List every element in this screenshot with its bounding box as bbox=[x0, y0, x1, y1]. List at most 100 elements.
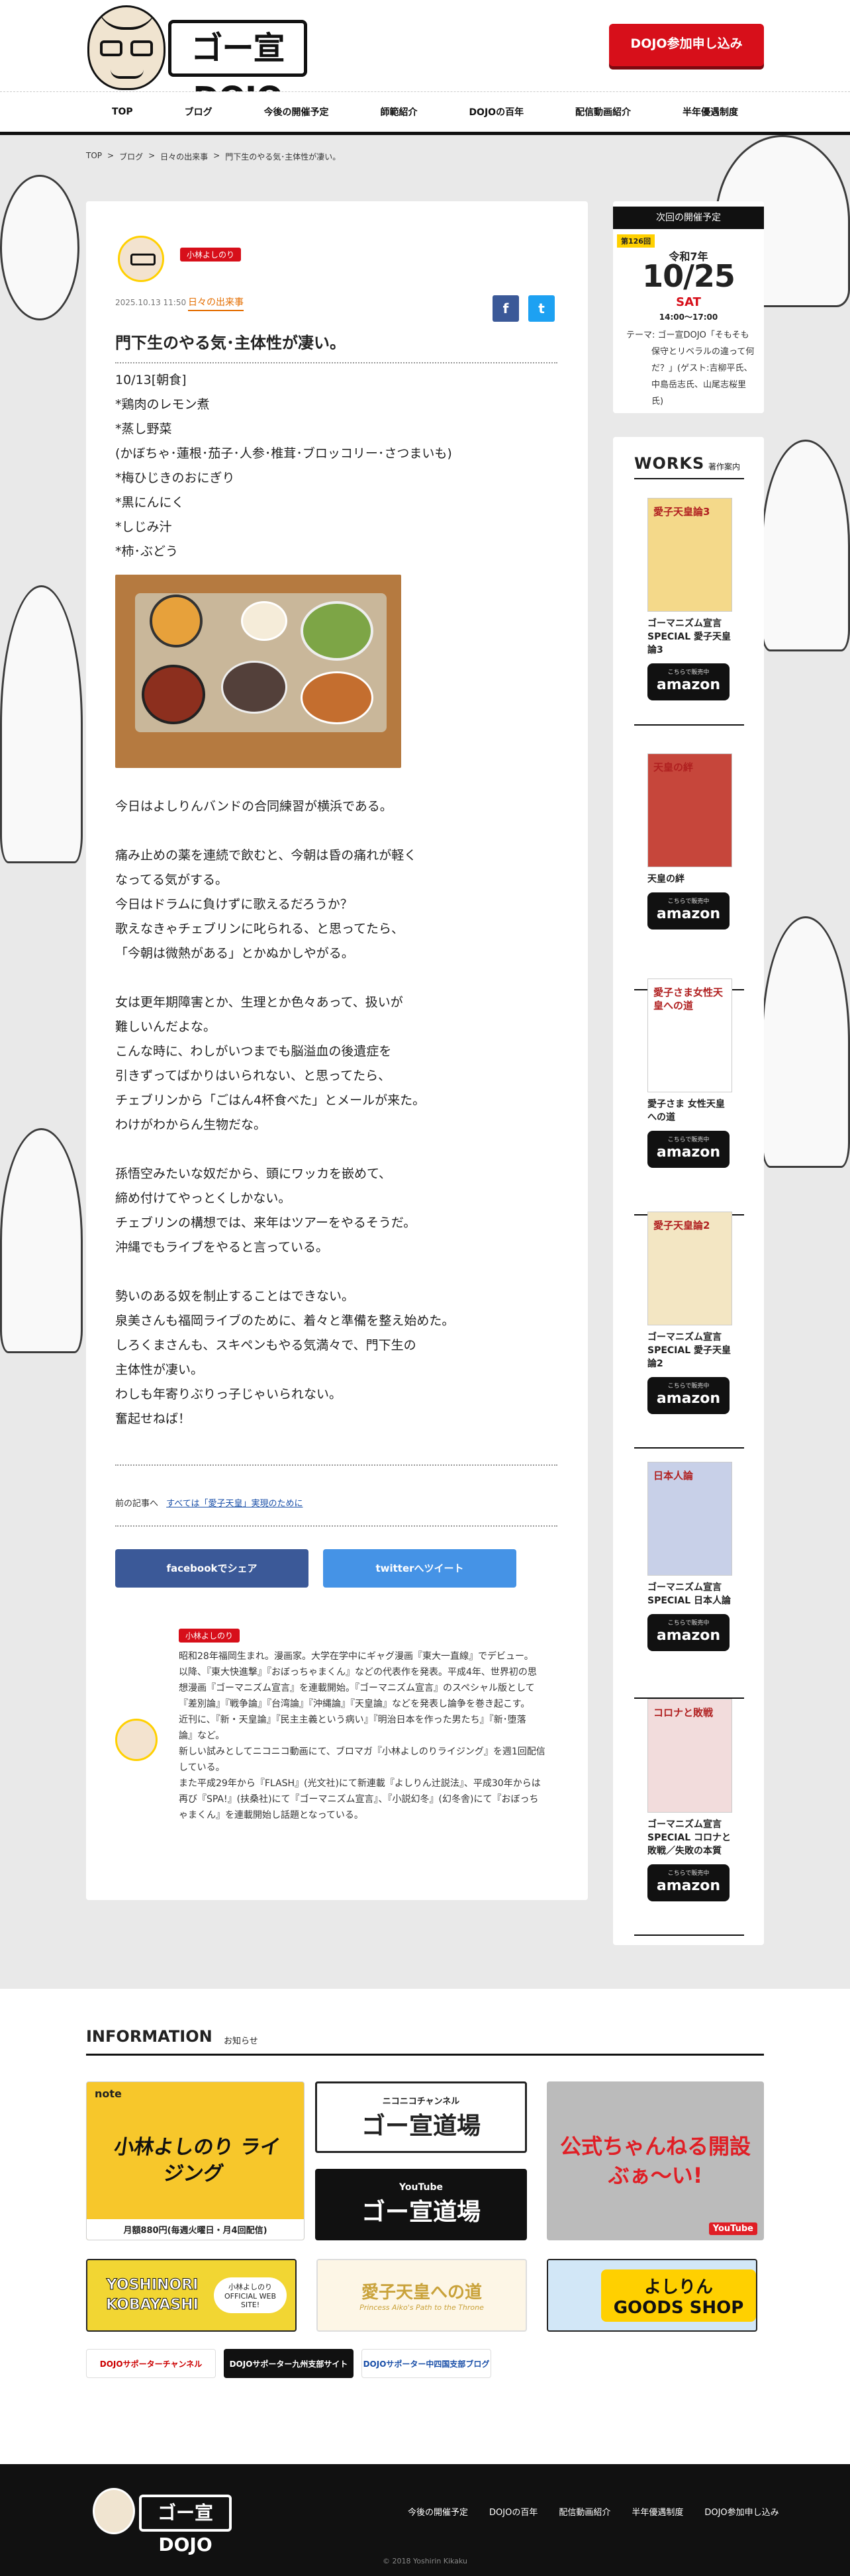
work-title[interactable]: 愛子さま 女性天皇 への道 bbox=[647, 1098, 733, 1124]
event-weekday: SAT bbox=[676, 295, 701, 309]
banner-rising[interactable]: note 小林よしのり ライジング 月額880円(毎週火曜日・月4回配信) bbox=[86, 2081, 305, 2240]
amazon-button[interactable]: こちらで販売中 amazon bbox=[647, 1864, 730, 1901]
book-cover[interactable]: 愛子天皇論2 bbox=[647, 1212, 732, 1325]
mini-banner-supporter-channel[interactable]: DOJOサポーターチャンネル bbox=[86, 2349, 216, 2378]
post-category[interactable]: 日々の出来事 bbox=[188, 295, 244, 311]
work-item[interactable]: 愛子天皇論3 ゴーマニズム宣言 SPECIAL 愛子天皇 論3 こちらで販売中 ama… bbox=[647, 498, 733, 700]
banner-official-label: 公式ちゃんねる開設ぶぁ～い! bbox=[559, 2134, 751, 2188]
twitter-share-button[interactable]: twitterへツイート bbox=[323, 1549, 516, 1588]
prev-post-link[interactable]: すべては「愛子天皇」実現のために bbox=[166, 1499, 303, 1509]
post-title: 門下生のやる気･主体性が凄い。 bbox=[115, 330, 557, 363]
author-bio-tag[interactable]: 小林よしのり bbox=[179, 1629, 240, 1643]
banner-niconico-label: ゴー宣道場 bbox=[361, 2112, 481, 2140]
book-cover[interactable]: 天皇の絆 bbox=[647, 753, 732, 867]
work-title[interactable]: ゴーマニズム宣言 SPECIAL 日本人論 bbox=[647, 1581, 733, 1607]
breadcrumb-sep: > bbox=[148, 151, 156, 160]
footer-nav-join[interactable]: DOJO参加申し込み bbox=[704, 2505, 779, 2518]
divider bbox=[115, 1525, 557, 1527]
footer-nav-videos[interactable]: 配信動画紹介 bbox=[559, 2505, 610, 2518]
works-widget: WORKS 著作案内 愛子天皇論3 ゴーマニズム宣言 SPECIAL 愛子天皇 論… bbox=[613, 437, 764, 1945]
nav-videos[interactable]: 配信動画紹介 bbox=[575, 105, 631, 119]
amazon-button[interactable]: こちらで販売中 amazon bbox=[647, 663, 730, 700]
footer-nav-history[interactable]: DOJOの百年 bbox=[489, 2505, 538, 2518]
main-nav: TOP ブログ 今後の開催予定 師範紹介 DOJOの百年 配信動画紹介 半年優遇… bbox=[0, 91, 850, 135]
nav-half-year[interactable]: 半年優遇制度 bbox=[683, 105, 738, 119]
nav-top[interactable]: TOP bbox=[112, 107, 133, 117]
facebook-share-icon[interactable]: f bbox=[493, 295, 519, 322]
prev-post: 前の記事へ すべては「愛子天皇」実現のために bbox=[115, 1496, 303, 1509]
event-date[interactable]: 10/25 bbox=[613, 258, 764, 294]
banner-goods-shop[interactable]: よしりん GOODS SHOP bbox=[547, 2259, 757, 2332]
footer-logo[interactable]: ゴー宣DOJO bbox=[93, 2485, 232, 2555]
amazon-button-label: amazon bbox=[656, 906, 721, 922]
amazon-button[interactable]: こちらで販売中 amazon bbox=[647, 1377, 730, 1414]
amazon-button[interactable]: こちらで販売中 amazon bbox=[647, 1614, 730, 1651]
work-item[interactable]: 愛子さま女性天皇への道 愛子さま 女性天皇 への道こちらで販売中 amazon bbox=[647, 978, 733, 1168]
author-tag[interactable]: 小林よしのり bbox=[180, 248, 242, 262]
page: ゴー宣DOJO DOJO参加申し込み TOP ブログ 今後の開催予定 師範紹介 … bbox=[0, 0, 850, 2576]
book-cover-label: 愛子天皇論3 bbox=[653, 506, 710, 518]
event-number-badge: 第126回 bbox=[617, 234, 655, 248]
book-cover[interactable]: 愛子天皇論3 bbox=[647, 498, 732, 612]
join-dojo-button[interactable]: DOJO参加申し込み bbox=[609, 24, 764, 66]
amazon-button-caption: こちらで販売中 bbox=[667, 1383, 710, 1390]
breadcrumb-sep: > bbox=[213, 151, 220, 160]
book-cover-label: 愛子さま女性天皇への道 bbox=[653, 986, 724, 1012]
post-intro: 10/13[朝食] *鶏肉のレモン煮 *蒸し野菜 (かぼちゃ･蓮根･茄子･人参･… bbox=[115, 373, 452, 559]
banner-aiko-note: Princess Aiko's Path to the Throne bbox=[359, 2303, 484, 2312]
mini-banner-chushikoku[interactable]: DOJOサポーター中四国支部ブログ bbox=[361, 2349, 491, 2378]
article-card: 小林よしのり 2025.10.13 11:50 日々の出来事 f t 門下生のや… bbox=[86, 201, 588, 1900]
mini-banner-kyushu[interactable]: DOJOサポーター九州支部サイト bbox=[224, 2349, 354, 2378]
nav-dojo-history[interactable]: DOJOの百年 bbox=[469, 105, 524, 119]
post-paragraph: 孫悟空みたいな奴だから、頭にワッカを嵌めて、 締め付けてやっとくしかない。 チェ… bbox=[115, 1167, 416, 1255]
site-header: ゴー宣DOJO DOJO参加申し込み bbox=[0, 0, 850, 117]
post-paragraph: 女は更年期障害とか、生理とか色々あって、扱いが 難しいんだよな。 こんな時に、わ… bbox=[115, 995, 426, 1132]
banner-aiko-path[interactable]: 愛子天皇への道 Princess Aiko's Path to the Thro… bbox=[316, 2259, 527, 2332]
work-item[interactable]: コロナと敗戦 ゴーマニズム宣言 SPECIAL コロナと 敗戦／失敗の本質 こちらで… bbox=[647, 1699, 733, 1901]
footer-nav-schedule[interactable]: 今後の開催予定 bbox=[408, 2505, 468, 2518]
work-title[interactable]: ゴーマニズム宣言 SPECIAL 愛子天皇 論2 bbox=[647, 1331, 733, 1370]
amazon-button[interactable]: こちらで販売中 amazon bbox=[647, 1131, 730, 1168]
banner-official-site[interactable]: YOSHINORI KOBAYASHI 小林よしのり OFFICIAL WEB … bbox=[86, 2259, 297, 2332]
breadcrumb-category[interactable]: 日々の出来事 bbox=[160, 151, 208, 162]
work-item[interactable]: 天皇の絆 天皇の絆 こちらで販売中 amazon bbox=[647, 753, 733, 930]
work-item[interactable]: 日本人論ゴーマニズム宣言 SPECIAL 日本人論こちらで販売中 amazon bbox=[647, 1462, 733, 1651]
footer-nav-half-year[interactable]: 半年優遇制度 bbox=[632, 2505, 683, 2518]
banner-rising-sub: 月額880円(毎週火曜日・月4回配信) bbox=[87, 2219, 304, 2240]
banner-aiko-label: 愛子天皇への道 bbox=[361, 2283, 482, 2303]
post-date: 2025.10.13 11:50 bbox=[115, 298, 187, 307]
twitter-share-icon[interactable]: t bbox=[528, 295, 555, 322]
amazon-button-caption: こちらで販売中 bbox=[667, 669, 710, 676]
author-bio: 昭和28年福岡生まれ。漫画家。大学在学中にギャグ漫画『東大一直線』でデビュー。 … bbox=[179, 1651, 545, 1821]
work-title[interactable]: ゴーマニズム宣言 SPECIAL 愛子天皇 論3 bbox=[647, 617, 733, 657]
site-logo[interactable]: ゴー宣DOJO bbox=[87, 5, 307, 117]
banner-niconico[interactable]: ニコニコチャンネル ゴー宣道場 bbox=[315, 2081, 527, 2153]
amazon-button-caption: こちらで販売中 bbox=[667, 1870, 710, 1877]
book-cover[interactable]: コロナと敗戦 bbox=[647, 1699, 732, 1813]
breadcrumb-blog[interactable]: ブログ bbox=[119, 151, 143, 162]
nav-blog[interactable]: ブログ bbox=[185, 105, 212, 119]
logo-face-illustration bbox=[87, 5, 165, 90]
work-title[interactable]: ゴーマニズム宣言 SPECIAL コロナと 敗戦／失敗の本質 bbox=[647, 1818, 733, 1858]
amazon-button-caption: こちらで販売中 bbox=[667, 898, 710, 905]
banner-official-channel[interactable]: 公式ちゃんねる開設ぶぁ～い! YouTube bbox=[547, 2081, 764, 2240]
works-subheader: 著作案内 bbox=[708, 462, 741, 471]
logo-text: ゴー宣DOJO bbox=[168, 20, 307, 117]
book-cover[interactable]: 愛子さま女性天皇への道 bbox=[647, 978, 732, 1092]
book-cover[interactable]: 日本人論 bbox=[647, 1462, 732, 1576]
nav-schedule[interactable]: 今後の開催予定 bbox=[264, 105, 329, 119]
banner-youtube-dojo[interactable]: YouTube ゴー宣道場 bbox=[315, 2169, 527, 2240]
work-item[interactable]: 愛子天皇論2 ゴーマニズム宣言 SPECIAL 愛子天皇 論2 こちらで販売中 ama… bbox=[647, 1212, 733, 1414]
breadcrumb-current: 門下生のやる気･主体性が凄い。 bbox=[225, 152, 341, 162]
amazon-button-label: amazon bbox=[656, 1878, 721, 1894]
prev-post-label: 前の記事へ bbox=[115, 1499, 159, 1509]
facebook-share-button[interactable]: facebookでシェア bbox=[115, 1549, 308, 1588]
work-title[interactable]: 天皇の絆 bbox=[647, 873, 733, 886]
amazon-button[interactable]: こちらで販売中 amazon bbox=[647, 892, 730, 930]
breadcrumb-top[interactable]: TOP bbox=[86, 151, 102, 162]
banner-official-note: YouTube bbox=[708, 2222, 757, 2235]
book-cover-label: 愛子天皇論2 bbox=[653, 1219, 710, 1231]
amazon-button-caption: こちらで販売中 bbox=[667, 1620, 710, 1627]
nav-instructors[interactable]: 師範紹介 bbox=[381, 105, 418, 119]
post-paragraph: 勢いのある奴を制止することはできない。 泉美さんも福岡ライブのために、着々と準備… bbox=[115, 1289, 455, 1426]
